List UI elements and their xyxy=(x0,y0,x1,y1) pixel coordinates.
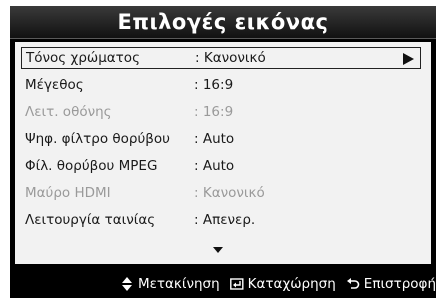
option-value: : Κανονικό xyxy=(195,50,266,66)
option-mpeg-noise-filter[interactable]: Φίλ. θορύβου MPEG : Auto xyxy=(21,155,421,177)
option-value: : 16:9 xyxy=(194,104,234,120)
hint-move-label: Μετακίνηση xyxy=(137,276,220,292)
option-label: Μέγεθος xyxy=(25,77,84,93)
button-hints: Μετακίνηση Καταχώρηση Επιστροφή xyxy=(10,270,436,298)
hint-enter: Καταχώρηση xyxy=(229,276,336,292)
hint-move: Μετακίνηση xyxy=(120,276,220,292)
option-label: Ψηφ. φίλτρο θορύβου xyxy=(25,131,170,147)
option-hdmi-black: Μαύρο HDMI : Κανονικό xyxy=(21,182,421,204)
picture-options-menu: Επιλογές εικόνας Τόνος χρώματος : Κανονι… xyxy=(10,6,436,298)
option-label: Λειτουργία ταινίας xyxy=(25,212,156,228)
option-color-tone[interactable]: Τόνος χρώματος : Κανονικό xyxy=(21,47,421,69)
option-value: : Auto xyxy=(194,158,235,174)
option-screen-mode: Λειτ. οθόνης : 16:9 xyxy=(21,101,421,123)
option-value: : Auto xyxy=(194,131,235,147)
option-label: Λειτ. οθόνης xyxy=(25,104,112,120)
hint-enter-label: Καταχώρηση xyxy=(247,276,336,292)
option-value: : Κανονικό xyxy=(194,185,265,201)
menu-title: Επιλογές εικόνας xyxy=(117,10,329,34)
menu-title-bar: Επιλογές εικόνας xyxy=(10,6,436,39)
option-label: Τόνος χρώματος xyxy=(26,50,140,66)
scroll-down-icon[interactable] xyxy=(213,247,223,253)
hint-return: Επιστροφή xyxy=(346,276,436,292)
return-icon xyxy=(346,277,360,291)
option-film-mode[interactable]: Λειτουργία ταινίας : Απενερ. xyxy=(21,209,421,231)
submenu-arrow-icon xyxy=(403,53,414,65)
option-label: Φίλ. θορύβου MPEG xyxy=(25,158,158,174)
up-down-arrows-icon xyxy=(120,277,134,291)
tv-screen: Επιλογές εικόνας Τόνος χρώματος : Κανονι… xyxy=(0,0,446,304)
option-size[interactable]: Μέγεθος : 16:9 xyxy=(21,74,421,96)
enter-icon xyxy=(229,277,244,291)
hint-return-label: Επιστροφή xyxy=(363,276,436,292)
options-list: Τόνος χρώματος : Κανονικό Μέγεθος : 16:9… xyxy=(15,42,431,264)
option-label: Μαύρο HDMI xyxy=(25,185,111,201)
option-digital-noise-filter[interactable]: Ψηφ. φίλτρο θορύβου : Auto xyxy=(21,128,421,150)
option-value: : 16:9 xyxy=(194,77,234,93)
option-value: : Απενερ. xyxy=(194,212,256,228)
